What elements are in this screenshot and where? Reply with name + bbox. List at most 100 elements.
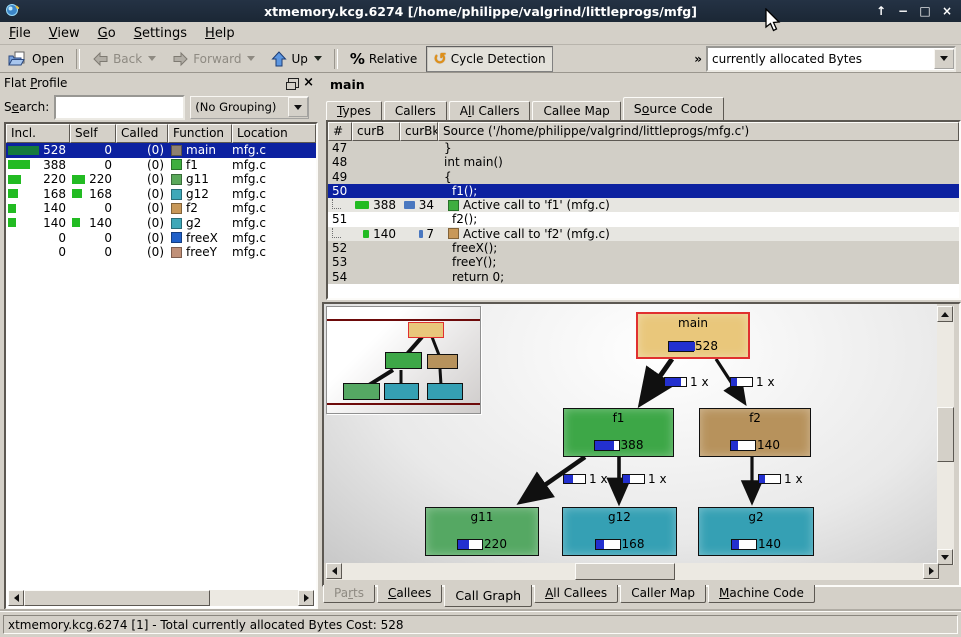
source-line[interactable]: 54 return 0; — [328, 270, 959, 284]
menu-help[interactable]: Help — [196, 24, 244, 43]
up-label: Up — [291, 52, 307, 66]
grouping-combobox[interactable]: (No Grouping) — [190, 96, 309, 119]
source-line[interactable]: 53 freeY(); — [328, 255, 959, 269]
up-dropdown-icon[interactable] — [314, 56, 322, 61]
scrollbar-thumb[interactable] — [575, 563, 675, 580]
tab-callers[interactable]: Callers — [384, 101, 447, 120]
scrollbar-thumb[interactable] — [24, 590, 210, 606]
forward-label: Forward — [193, 52, 241, 66]
source-line[interactable]: 48 int main() — [328, 155, 959, 169]
tab-all-callees[interactable]: All Callees — [534, 585, 618, 603]
back-dropdown-icon[interactable] — [148, 56, 156, 61]
scrollbar-thumb[interactable] — [937, 407, 954, 462]
call-graph-view: main 528 f1 388 f2 140 g11 220 g12 168 g… — [322, 302, 961, 587]
column-header-line[interactable]: # — [328, 122, 352, 141]
source-line[interactable]: 49 { — [328, 170, 959, 184]
arrow-right-icon — [304, 594, 309, 602]
function-color-icon — [448, 200, 459, 211]
menu-go[interactable]: Go — [89, 24, 125, 43]
close-button[interactable]: × — [939, 3, 955, 19]
graph-node-f1[interactable]: f1 388 — [563, 408, 674, 457]
event-type-dropdown-button[interactable] — [934, 49, 954, 69]
toolbar-separator — [334, 49, 338, 69]
dock-close-icon[interactable]: × — [303, 77, 314, 89]
function-color-icon — [171, 232, 182, 243]
menu-view[interactable]: View — [40, 24, 89, 43]
maximize-button[interactable]: □ — [917, 3, 933, 19]
menu-file[interactable]: File — [0, 24, 40, 43]
graph-node-g11[interactable]: g11 220 — [425, 507, 539, 556]
tab-all-callers[interactable]: All Callers — [449, 101, 531, 120]
source-call-line[interactable]: 388 34 Active call to 'f1' (mfg.c) — [328, 198, 959, 212]
tab-source-code[interactable]: Source Code — [623, 97, 724, 120]
call-graph-canvas[interactable]: main 528 f1 388 f2 140 g11 220 g12 168 g… — [324, 304, 937, 563]
toolbar-overflow-chevron[interactable]: » — [690, 52, 706, 66]
table-row[interactable]: 0 0 (0) freeY mfg.c — [6, 245, 316, 260]
source-line[interactable]: 52 freeX(); — [328, 241, 959, 255]
scroll-right-button[interactable] — [923, 563, 939, 579]
cost-bar — [594, 440, 620, 451]
graph-node-g2[interactable]: g2 140 — [698, 507, 814, 556]
graph-node-main[interactable]: main 528 — [636, 312, 750, 359]
search-input[interactable] — [54, 95, 185, 120]
incl-bar — [8, 146, 39, 155]
column-header-called[interactable]: Called — [116, 124, 168, 143]
tab-machine-code[interactable]: Machine Code — [708, 585, 815, 603]
graph-node-f2[interactable]: f2 140 — [699, 408, 811, 457]
open-button[interactable]: Open — [1, 46, 71, 72]
forward-dropdown-icon[interactable] — [247, 56, 255, 61]
back-button[interactable]: Back — [85, 46, 163, 72]
flat-profile-hscrollbar[interactable] — [8, 590, 314, 606]
cycle-arrow-icon: ↺ — [433, 49, 446, 68]
event-type-combobox[interactable]: currently allocated Bytes — [706, 46, 956, 72]
column-header-location[interactable]: Location — [232, 124, 316, 143]
graph-hscrollbar[interactable] — [326, 563, 939, 580]
curbk-bar — [404, 201, 415, 209]
tab-parts[interactable]: Parts — [323, 585, 375, 603]
table-row[interactable]: 388 0 (0) f1 mfg.c — [6, 158, 316, 173]
tab-types[interactable]: Types — [326, 101, 382, 120]
shade-button[interactable]: ↑ — [873, 3, 889, 19]
search-label: Search: — [4, 100, 49, 114]
column-header-self[interactable]: Self — [70, 124, 116, 143]
dock-float-icon[interactable] — [288, 78, 299, 88]
tab-callees[interactable]: Callees — [377, 585, 442, 603]
tab-caller-map[interactable]: Caller Map — [620, 585, 706, 603]
column-header-function[interactable]: Function — [168, 124, 232, 143]
scroll-down-button[interactable] — [937, 549, 953, 565]
table-row[interactable]: 0 0 (0) freeX mfg.c — [6, 231, 316, 246]
column-header-curbk[interactable]: curBk — [400, 122, 438, 141]
cycle-detection-button[interactable]: ↺ Cycle Detection — [426, 46, 552, 72]
menu-settings[interactable]: Settings — [125, 24, 196, 43]
table-row[interactable]: 140 140 (0) g2 mfg.c — [6, 216, 316, 231]
column-header-curb[interactable]: curB — [352, 122, 400, 141]
table-row[interactable]: 528 0 (0) main mfg.c — [6, 143, 316, 158]
minimize-button[interactable]: − — [895, 3, 911, 19]
forward-button[interactable]: Forward — [165, 46, 262, 72]
graph-vscrollbar[interactable] — [937, 306, 954, 565]
grouping-dropdown-button[interactable] — [288, 97, 308, 117]
minimap-node-main — [408, 322, 444, 338]
function-color-icon — [171, 247, 182, 258]
table-row[interactable]: 220 220 (0) g11 mfg.c — [6, 172, 316, 187]
source-call-line[interactable]: 140 7 Active call to 'f2' (mfg.c) — [328, 227, 959, 241]
up-button[interactable]: Up — [264, 46, 328, 72]
source-line[interactable]: 47 } — [328, 141, 959, 155]
scroll-up-button[interactable] — [937, 306, 953, 322]
tab-call-graph[interactable]: Call Graph — [444, 585, 532, 607]
source-line[interactable]: 51 f2(); — [328, 212, 959, 226]
up-arrow-icon — [271, 51, 287, 67]
tab-callee-map[interactable]: Callee Map — [532, 101, 620, 120]
graph-node-g12[interactable]: g12 168 — [562, 507, 677, 556]
scroll-left-button[interactable] — [8, 590, 24, 606]
table-row[interactable]: 168 168 (0) g12 mfg.c — [6, 187, 316, 202]
table-row[interactable]: 140 0 (0) f2 mfg.c — [6, 201, 316, 216]
incl-bar — [8, 218, 16, 227]
scroll-left-button[interactable] — [326, 563, 342, 579]
source-line-selected[interactable]: 50 f1(); — [328, 184, 959, 198]
graph-overview-minimap[interactable] — [326, 306, 481, 414]
column-header-source[interactable]: Source ('/home/philippe/valgrind/littlep… — [438, 122, 959, 141]
relative-button[interactable]: % Relative — [343, 46, 424, 72]
scroll-right-button[interactable] — [298, 590, 314, 606]
column-header-incl[interactable]: Incl. — [6, 124, 70, 143]
